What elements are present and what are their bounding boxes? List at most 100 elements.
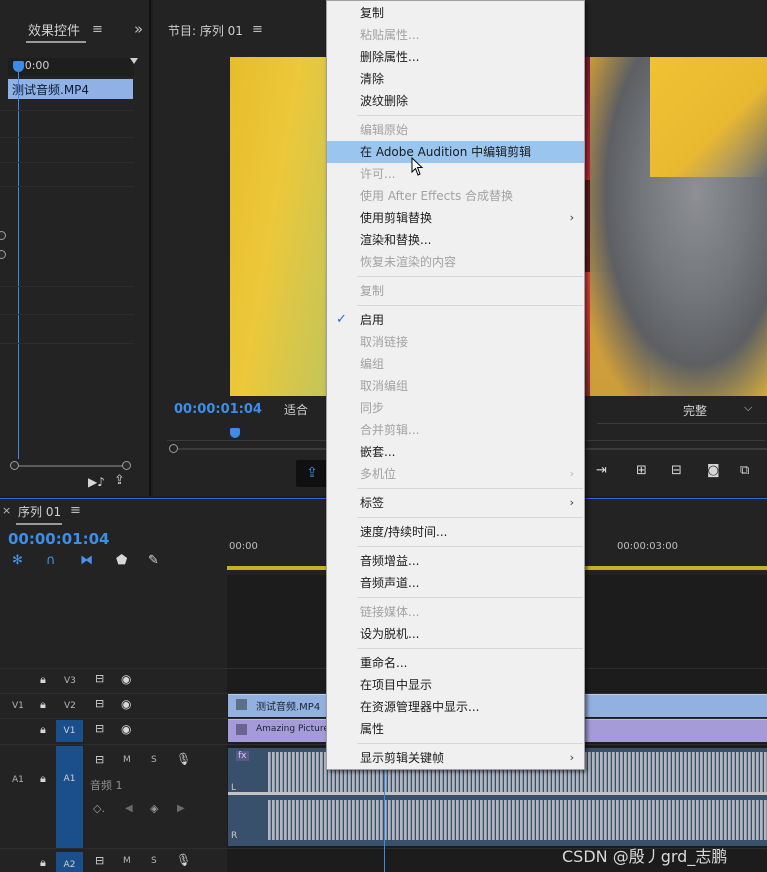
menu-item-merge-clips[interactable]: 合并剪辑... [327, 419, 584, 441]
resolution-select[interactable]: 完整 [683, 402, 707, 419]
lift-icon[interactable]: ⊞ [636, 463, 647, 478]
nest-toggle-icon[interactable]: ✻ [12, 553, 23, 568]
program-timecode[interactable]: 00:00:01:04 [174, 402, 262, 417]
program-playhead[interactable] [230, 428, 240, 438]
mouse-cursor-icon [411, 157, 424, 176]
export-frame-button[interactable]: ⇪ [296, 460, 328, 487]
effect-controls-playhead[interactable] [18, 64, 19, 459]
clip-fx-badge-icon [236, 724, 247, 735]
expand-panels-icon[interactable]: » [134, 20, 143, 38]
mute-button[interactable]: M [123, 856, 131, 866]
scrollbar-left-handle[interactable] [10, 461, 19, 470]
menu-item-speed-duration[interactable]: 速度/持续时间... [327, 521, 584, 543]
solo-button[interactable]: S [151, 755, 157, 765]
export-icon[interactable]: ⇪ [114, 473, 125, 488]
menu-item-group[interactable]: 编组 [327, 353, 584, 375]
menu-item-multi-camera[interactable]: 多机位 › [327, 463, 584, 485]
menu-item-label-submenu[interactable]: 标签 › [327, 492, 584, 514]
menu-item-unlink[interactable]: 取消链接 [327, 331, 584, 353]
keyframe-icon[interactable]: ◈ [150, 802, 158, 815]
track-target-v1[interactable]: V1 [56, 720, 83, 742]
lock-icon[interactable]: 🔒︎ [40, 673, 46, 687]
menu-item-copy[interactable]: 复制 [327, 2, 584, 24]
lock-icon[interactable]: 🔒︎ [40, 772, 46, 786]
effect-controls-ruler[interactable]: :00:00 [8, 58, 138, 76]
sync-lock-icon[interactable]: ⊟ [95, 753, 104, 766]
ruler-tick-label: 00:00:03:00 [617, 541, 679, 552]
menu-item-rename[interactable]: 重命名... [327, 652, 584, 674]
effect-controls-menu-icon[interactable]: ≡ [92, 22, 103, 37]
timeline-menu-icon[interactable]: ≡ [70, 503, 81, 518]
effect-controls-tab[interactable]: 效果控件 [28, 20, 80, 39]
volume-rubber-band[interactable] [228, 792, 767, 795]
playhead-handle[interactable] [13, 61, 24, 72]
snap-icon[interactable]: ∩ [46, 553, 56, 568]
next-keyframe-icon[interactable]: ▶ [177, 803, 185, 814]
program-monitor-title[interactable]: 节目: 序列 01 [168, 22, 243, 39]
eye-icon[interactable]: ◉ [121, 672, 131, 686]
menu-item-edit-original[interactable]: 编辑原始 [327, 119, 584, 141]
sync-lock-icon[interactable]: ⊟ [95, 697, 104, 710]
menu-item-ripple-delete[interactable]: 波纹删除 [327, 90, 584, 112]
zoom-bar-handle[interactable] [169, 444, 178, 453]
comparison-view-icon[interactable]: ⧉ [740, 463, 749, 478]
extract-icon[interactable]: ⊟ [671, 463, 682, 478]
microphone-icon[interactable]: 🎙︎ [176, 853, 191, 867]
menu-item-audio-channels[interactable]: 音频声道... [327, 572, 584, 594]
menu-item-enable[interactable]: ✓ 启用 [327, 309, 584, 331]
menu-item-duplicate[interactable]: 复制 [327, 280, 584, 302]
menu-item-render-and-replace[interactable]: 渲染和替换... [327, 229, 584, 251]
lock-icon[interactable]: 🔒︎ [40, 723, 46, 737]
effect-controls-scrollbar[interactable] [14, 465, 128, 467]
track-target-a2[interactable]: A2 [56, 852, 83, 872]
track-target-a1[interactable]: A1 [56, 746, 83, 848]
menu-item-reveal-in-explorer[interactable]: 在资源管理器中显示... [327, 696, 584, 718]
mute-button[interactable]: M [123, 755, 131, 765]
scrollbar-right-handle[interactable] [122, 461, 131, 470]
camera-icon[interactable]: ◙ [707, 463, 720, 478]
microphone-icon[interactable]: 🎙︎ [176, 752, 191, 766]
eye-icon[interactable]: ◉ [121, 722, 131, 736]
zoom-select[interactable]: 适合 [284, 401, 308, 418]
effect-controls-clip[interactable]: 测试音频.MP4 [8, 79, 133, 99]
menu-item-clear[interactable]: 清除 [327, 68, 584, 90]
add-marker-icon[interactable]: ⬟ [116, 553, 127, 568]
menu-item-nest[interactable]: 嵌套... [327, 441, 584, 463]
timeline-timecode[interactable]: 00:00:01:04 [8, 530, 110, 548]
chevron-down-icon[interactable]: ⌵ [744, 401, 752, 415]
menu-item-replace-with-ae[interactable]: 使用 After Effects 合成替换 [327, 185, 584, 207]
menu-item-restore-unrendered[interactable]: 恢复未渲染的内容 [327, 251, 584, 273]
linked-selection-icon[interactable]: ⧓ [80, 553, 93, 568]
menu-item-show-clip-keyframes[interactable]: 显示剪辑关键帧 › [327, 747, 584, 769]
menu-item-edit-in-audition[interactable]: 在 Adobe Audition 中编辑剪辑 [327, 141, 584, 163]
sync-lock-icon[interactable]: ⊟ [95, 722, 104, 735]
prev-keyframe-icon[interactable]: ◀ [125, 803, 133, 814]
source-patch-v1[interactable]: V1 [12, 701, 24, 711]
menu-item-synchronize[interactable]: 同步 [327, 397, 584, 419]
menu-item-paste-attributes[interactable]: 粘贴属性... [327, 24, 584, 46]
eye-icon[interactable]: ◉ [121, 697, 131, 711]
wrench-icon[interactable]: ✎ [148, 553, 159, 568]
menu-item-ungroup[interactable]: 取消编组 [327, 375, 584, 397]
sync-lock-icon[interactable]: ⊟ [95, 672, 104, 685]
solo-button[interactable]: S [151, 856, 157, 866]
program-monitor-menu-icon[interactable]: ≡ [252, 22, 263, 37]
add-keyframe-icon[interactable]: ◇. [93, 802, 105, 815]
go-to-out-icon[interactable]: ⇥ [596, 463, 607, 478]
menu-item-make-offline[interactable]: 设为脱机... [327, 623, 584, 645]
menu-item-label: 音频声道... [360, 576, 420, 590]
play-audio-icon[interactable]: ▶♪ [88, 475, 105, 489]
menu-item-properties[interactable]: 属性 [327, 718, 584, 740]
lock-icon[interactable]: 🔒︎ [40, 698, 46, 712]
lock-icon[interactable]: 🔒︎ [40, 856, 46, 870]
menu-item-reveal-in-project[interactable]: 在项目中显示 [327, 674, 584, 696]
close-icon[interactable]: × [2, 504, 11, 517]
menu-item-audio-gain[interactable]: 音频增益... [327, 550, 584, 572]
sync-lock-icon[interactable]: ⊟ [95, 854, 104, 867]
menu-item-link-media[interactable]: 链接媒体... [327, 601, 584, 623]
menu-item-remove-attributes[interactable]: 删除属性... [327, 46, 584, 68]
menu-item-license[interactable]: 许可... [327, 163, 584, 185]
timeline-tab[interactable]: 序列 01 [18, 503, 61, 520]
menu-item-replace-with-clip[interactable]: 使用剪辑替换 › [327, 207, 584, 229]
source-patch-a1[interactable]: A1 [12, 775, 24, 785]
